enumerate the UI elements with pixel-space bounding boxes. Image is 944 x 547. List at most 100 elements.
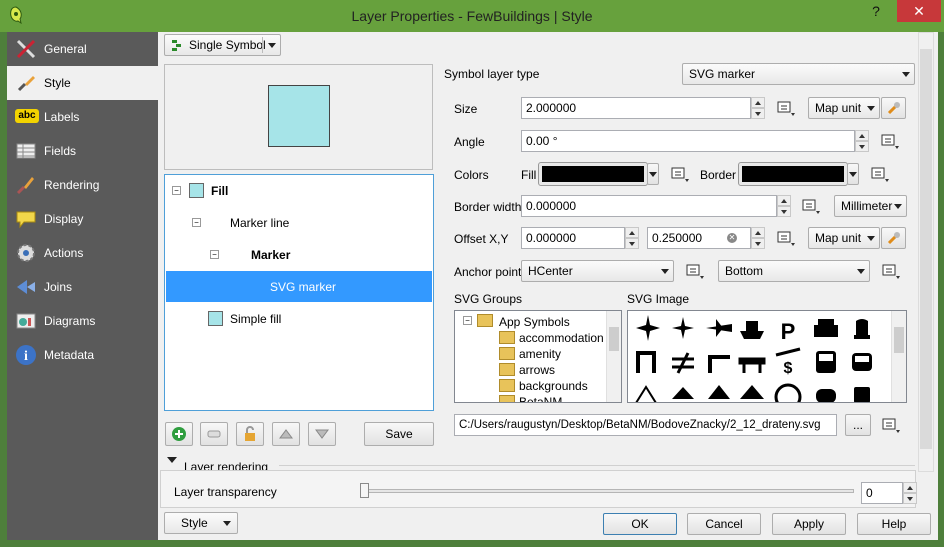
symbol-layer-type-select[interactable]: SVG marker — [682, 63, 915, 85]
collapse-icon[interactable]: − — [463, 316, 472, 325]
size-stepper[interactable] — [751, 97, 765, 119]
style-menu-button[interactable]: Style — [164, 512, 238, 534]
cancel-button[interactable]: Cancel — [687, 513, 761, 535]
group-item[interactable]: BetaNM — [519, 395, 562, 402]
size-input[interactable]: 2.000000 — [521, 97, 751, 119]
move-up-button[interactable] — [272, 422, 300, 446]
add-layer-button[interactable] — [165, 422, 193, 446]
border-color-dropdown[interactable] — [847, 163, 859, 185]
tree-row-fill[interactable]: − Fill — [166, 175, 432, 206]
svg-path-input[interactable]: C:/Users/raugustyn/Desktop/BetaNM/Bodove… — [454, 414, 837, 436]
sidebar-item-fields[interactable]: Fields — [7, 134, 158, 168]
fill-color-dropdown[interactable] — [647, 163, 659, 185]
angle-stepper[interactable] — [855, 130, 869, 152]
renderer-select[interactable]: Single Symbol — [164, 34, 281, 56]
save-symbol-button[interactable]: Save — [364, 422, 434, 446]
data-defined-icon[interactable] — [669, 165, 691, 185]
sidebar-item-labels[interactable]: abc Labels — [7, 100, 158, 134]
offset-unit-select[interactable]: Map unit — [808, 227, 880, 249]
border-width-input[interactable]: 0.000000 — [521, 195, 777, 217]
station-icon[interactable] — [774, 383, 802, 403]
border-width-unit-select[interactable]: Millimeter — [834, 195, 907, 217]
offset-map-unit-scale-button[interactable] — [881, 227, 906, 249]
toll-icon[interactable]: $ — [775, 347, 801, 377]
tram-icon[interactable] — [852, 353, 872, 371]
remove-layer-button[interactable] — [200, 422, 228, 446]
bus-icon[interactable] — [816, 351, 836, 373]
offset-x-input[interactable]: 0.000000 — [521, 227, 625, 249]
sidebar-item-metadata[interactable]: i Metadata — [7, 338, 158, 372]
sidebar-item-style[interactable]: Style — [7, 66, 158, 100]
symbol-layer-tree[interactable]: − Fill − Marker line − Marker SVG marker… — [164, 174, 434, 411]
apply-button[interactable]: Apply — [772, 513, 846, 535]
border-width-stepper[interactable] — [777, 195, 791, 217]
data-defined-icon[interactable] — [684, 262, 706, 282]
move-down-button[interactable] — [308, 422, 336, 446]
bollard-icon[interactable] — [854, 319, 870, 339]
scroll-thumb[interactable] — [920, 49, 932, 449]
tree-row-simple-fill[interactable]: Simple fill — [166, 303, 432, 334]
groups-scrollbar[interactable] — [606, 311, 621, 402]
not-equal-icon[interactable] — [672, 352, 694, 374]
close-button[interactable]: ✕ — [897, 0, 941, 22]
data-defined-icon[interactable] — [879, 132, 901, 152]
images-scrollbar[interactable] — [891, 311, 906, 402]
svg-image-grid[interactable]: P $ — [627, 310, 907, 403]
transparency-input[interactable]: 0 — [861, 482, 903, 504]
page-scrollbar[interactable] — [918, 32, 934, 472]
group-item[interactable]: accommodation — [519, 331, 604, 345]
collapse-icon[interactable]: − — [210, 250, 219, 259]
data-defined-icon[interactable] — [775, 229, 797, 249]
transparency-stepper[interactable] — [903, 482, 917, 504]
chevron-down-icon[interactable] — [167, 457, 177, 463]
data-defined-icon[interactable] — [869, 165, 891, 185]
car-icon[interactable] — [816, 389, 836, 403]
transparency-slider[interactable] — [362, 489, 854, 493]
gate-icon[interactable] — [636, 351, 656, 373]
airplane-icon[interactable] — [706, 319, 732, 337]
offset-y-stepper[interactable] — [751, 227, 765, 249]
help-button[interactable]: Help — [857, 513, 931, 535]
tent-icon[interactable] — [635, 385, 657, 403]
star-icon[interactable] — [636, 315, 660, 341]
sidebar-item-joins[interactable]: Joins — [7, 270, 158, 304]
size-unit-select[interactable]: Map unit — [808, 97, 880, 119]
group-item[interactable]: backgrounds — [519, 379, 588, 393]
collapse-icon[interactable]: − — [172, 186, 181, 195]
lift-gate-icon[interactable] — [708, 355, 730, 373]
anchor-vertical-select[interactable]: Bottom — [718, 260, 870, 282]
scroll-thumb[interactable] — [894, 327, 904, 353]
title-bar[interactable]: Layer Properties - FewBuildings | Style … — [0, 0, 944, 32]
parking-icon[interactable]: P — [781, 319, 796, 344]
taxi-icon[interactable] — [814, 319, 838, 337]
angle-input[interactable]: 0.00 ° — [521, 130, 855, 152]
sidebar-item-actions[interactable]: Actions — [7, 236, 158, 270]
collapse-icon[interactable]: − — [192, 218, 201, 227]
data-defined-icon[interactable] — [880, 262, 902, 282]
fill-color-button[interactable] — [538, 162, 648, 186]
clear-icon[interactable]: ✕ — [727, 233, 737, 243]
lock-layer-button[interactable] — [236, 422, 264, 446]
ship-icon[interactable] — [740, 321, 764, 339]
map-unit-scale-button[interactable] — [881, 97, 906, 119]
sidebar-item-rendering[interactable]: Rendering — [7, 168, 158, 202]
tree-row-marker[interactable]: − Marker — [166, 239, 432, 270]
bench-icon[interactable] — [738, 357, 766, 373]
group-item[interactable]: App Symbols — [499, 315, 570, 329]
data-defined-icon[interactable] — [880, 416, 902, 436]
ok-button[interactable]: OK — [603, 513, 677, 535]
border-color-button[interactable] — [738, 162, 848, 186]
tree-row-svg-marker[interactable]: SVG marker — [166, 271, 432, 302]
sidebar-item-diagrams[interactable]: Diagrams — [7, 304, 158, 338]
group-item[interactable]: arrows — [519, 363, 555, 377]
tree-row-marker-line[interactable]: − Marker line — [166, 207, 432, 238]
bus-stop-icon[interactable] — [854, 387, 870, 403]
shelter-icon[interactable] — [708, 385, 730, 399]
scroll-thumb[interactable] — [609, 327, 619, 351]
offset-x-stepper[interactable] — [625, 227, 639, 249]
stall-icon[interactable] — [740, 385, 764, 399]
data-defined-icon[interactable] — [800, 197, 822, 217]
browse-button[interactable]: ... — [845, 414, 871, 436]
sidebar-item-general[interactable]: General — [7, 32, 158, 66]
data-defined-icon[interactable] — [775, 99, 797, 119]
